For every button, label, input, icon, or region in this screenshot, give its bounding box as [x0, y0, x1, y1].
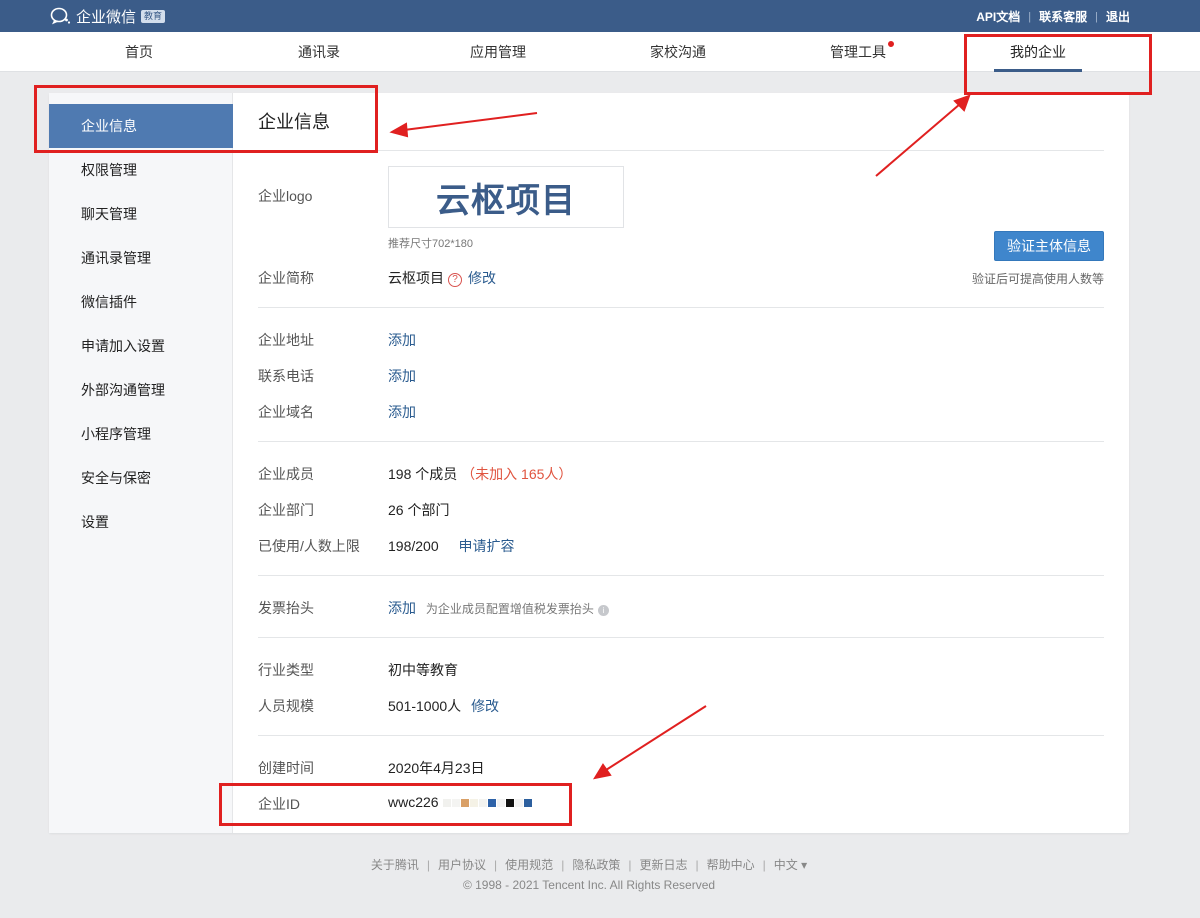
departments-value: 26 个部门 [388, 502, 450, 518]
nav-contacts[interactable]: 通讯录 [254, 32, 384, 72]
annotation-box-my-enterprise [964, 34, 1152, 95]
nav-management-tools[interactable]: 管理工具 [793, 32, 923, 72]
members-row: 198 个成员 （未加入 165人） [388, 464, 572, 484]
footer-link-about[interactable]: 关于腾讯 [371, 858, 419, 872]
members-value: 198 个成员 [388, 466, 458, 482]
domain-label: 企业域名 [258, 404, 314, 420]
verify-tip: 验证后可提高使用人数等 [971, 272, 1104, 286]
nav-home-school[interactable]: 家校沟通 [613, 32, 743, 72]
edit-short-name-link[interactable]: 修改 [468, 270, 496, 286]
add-phone-link[interactable]: 添加 [388, 366, 416, 386]
sidebar-item-chat-management[interactable]: 聊天管理 [49, 192, 233, 236]
logout-link[interactable]: 退出 [1106, 8, 1130, 25]
divider [258, 575, 1104, 576]
sidebar-item-contacts-management[interactable]: 通讯录管理 [49, 236, 233, 280]
short-name-row: 云枢项目? 修改 [388, 268, 496, 288]
departments-label: 企业部门 [258, 502, 314, 518]
nav-home[interactable]: 首页 [74, 32, 204, 72]
divider [258, 441, 1104, 442]
phone-label: 联系电话 [258, 368, 314, 384]
members-not-joined[interactable]: （未加入 165人） [461, 466, 572, 482]
short-name-label: 企业简称 [258, 270, 314, 286]
notification-dot [888, 41, 894, 47]
sidebar-item-mini-program[interactable]: 小程序管理 [49, 412, 233, 456]
invoice-row: 添加 为企业成员配置增值税发票抬头 i [388, 598, 609, 618]
top-links: API文档 | 联系客服 | 退出 [976, 8, 1130, 25]
annotation-box-enterprise-info [34, 85, 378, 153]
nav-app-management[interactable]: 应用管理 [433, 32, 563, 72]
apply-expansion-link[interactable]: 申请扩容 [459, 538, 515, 554]
footer-link-terms[interactable]: 用户协议 [438, 858, 486, 872]
add-domain-link[interactable]: 添加 [388, 402, 416, 422]
sidebar-item-wechat-plugin[interactable]: 微信插件 [49, 280, 233, 324]
address-label: 企业地址 [258, 332, 314, 348]
contact-support-link[interactable]: 联系客服 [1039, 8, 1087, 25]
logo-size-hint: 推荐尺寸702*180 [388, 238, 473, 250]
help-icon[interactable]: ? [448, 273, 462, 287]
add-invoice-link[interactable]: 添加 [388, 600, 416, 616]
wecom-logo-icon [50, 6, 72, 26]
add-address-link[interactable]: 添加 [388, 330, 416, 350]
invoice-hint: 为企业成员配置增值税发票抬头 [425, 602, 594, 616]
quota-row: 198/200 申请扩容 [388, 536, 515, 556]
scale-label: 人员规模 [258, 698, 314, 714]
edit-scale-link[interactable]: 修改 [471, 698, 499, 714]
created-value: 2020年4月23日 [388, 760, 485, 776]
brand-name: 企业微信 [76, 8, 137, 26]
industry-label: 行业类型 [258, 662, 314, 678]
members-label: 企业成员 [258, 466, 314, 482]
scale-value: 501-1000人 [388, 698, 462, 714]
brand-logo[interactable]: 企业微信 教育 [50, 5, 166, 27]
api-docs-link[interactable]: API文档 [976, 8, 1020, 25]
separator: | [1095, 10, 1098, 23]
industry-value: 初中等教育 [388, 662, 458, 678]
separator: | [1028, 10, 1032, 23]
divider [258, 637, 1104, 638]
sidebar: 企业信息 权限管理 聊天管理 通讯录管理 微信插件 申请加入设置 外部沟通管理 … [49, 93, 233, 833]
sidebar-item-external-contact[interactable]: 外部沟通管理 [49, 368, 233, 412]
top-bar: 企业微信 教育 API文档 | 联系客服 | 退出 [0, 0, 1200, 32]
sidebar-item-join-settings[interactable]: 申请加入设置 [49, 324, 233, 368]
language-select[interactable]: 中文 ▾ [774, 858, 807, 872]
divider [258, 150, 1104, 151]
short-name-value: 云枢项目 [388, 270, 444, 286]
verify-entity-button[interactable]: 验证主体信息 [994, 231, 1104, 261]
quota-value: 198/200 [388, 538, 439, 554]
enterprise-logo[interactable]: 云枢项目 [388, 166, 624, 228]
footer-link-help[interactable]: 帮助中心 [707, 858, 755, 872]
brand-badge: 教育 [141, 9, 166, 23]
divider [258, 735, 1104, 736]
sidebar-item-settings[interactable]: 设置 [49, 500, 233, 544]
logo-label: 企业logo [258, 188, 313, 204]
main-card: 企业信息 权限管理 聊天管理 通讯录管理 微信插件 申请加入设置 外部沟通管理 … [49, 93, 1129, 833]
copyright: © 1998 - 2021 Tencent Inc. All Rights Re… [462, 878, 716, 892]
divider [258, 307, 1104, 308]
quota-label: 已使用/人数上限 [258, 538, 360, 554]
sidebar-item-security[interactable]: 安全与保密 [49, 456, 233, 500]
invoice-label: 发票抬头 [258, 600, 314, 616]
info-icon[interactable]: i [597, 605, 609, 616]
footer-link-changelog[interactable]: 更新日志 [639, 858, 687, 872]
footer-link-usage-rules[interactable]: 使用规范 [505, 858, 553, 872]
annotation-box-corp-id [219, 783, 572, 826]
footer-links: 关于腾讯 | 用户协议 | 使用规范 | 隐私政策 | 更新日志 | 帮助中心 | 中文 ▾ [370, 858, 808, 872]
created-label: 创建时间 [258, 760, 314, 776]
scale-row: 501-1000人 修改 [388, 696, 499, 716]
enterprise-logo-text: 云枢项目 [436, 181, 576, 220]
sidebar-item-permissions[interactable]: 权限管理 [49, 148, 233, 192]
footer-link-privacy[interactable]: 隐私政策 [572, 858, 620, 872]
